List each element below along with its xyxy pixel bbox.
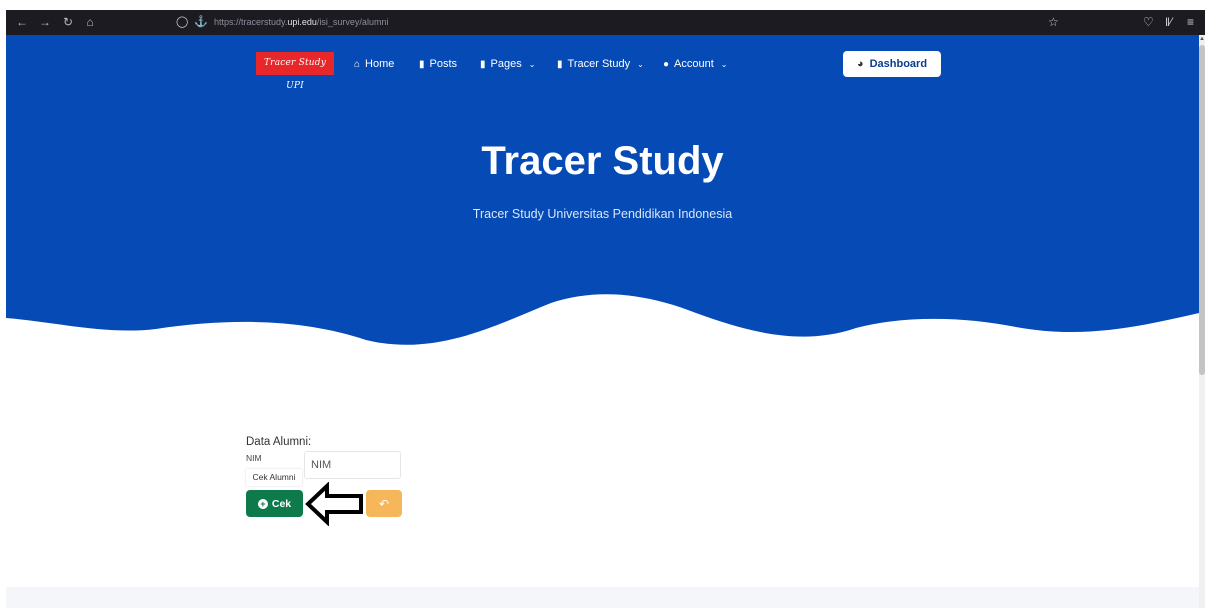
user-icon: ● xyxy=(663,58,670,70)
nav-item-posts[interactable]: ▮ Posts xyxy=(419,57,457,71)
hero-section: Tracer Study UPI ⌂ Home ▮ Posts ▮ Pages … xyxy=(6,35,1199,365)
home-icon[interactable]: ⌂ xyxy=(82,14,98,30)
site-logo[interactable]: Tracer Study UPI xyxy=(256,52,334,91)
plus-circle-icon: + xyxy=(257,498,268,509)
nav-item-label: Posts xyxy=(429,58,458,70)
page: ← → ↻ ⌂ ◯ ⚓ https://tracerstudy.upi.edu/… xyxy=(0,0,1205,608)
file-icon: ▮ xyxy=(419,58,425,70)
url-domain: upi.edu xyxy=(287,17,317,27)
nav-item-account[interactable]: ● Account ⌄ xyxy=(663,57,728,71)
file-icon: ▮ xyxy=(480,58,486,70)
address-bar[interactable]: ◯ ⚓ https://tracerstudy.upi.edu/isi_surv… xyxy=(176,14,388,31)
browser-toolbar: ← → ↻ ⌂ ◯ ⚓ https://tracerstudy.upi.edu/… xyxy=(6,10,1205,35)
nav-item-label: Tracer Study xyxy=(567,58,631,70)
main-navbar: Tracer Study UPI ⌂ Home ▮ Posts ▮ Pages … xyxy=(6,35,1199,93)
scrollbar-thumb[interactable] xyxy=(1199,45,1205,375)
home-icon: ⌂ xyxy=(354,58,361,70)
url-prefix: https://tracerstudy. xyxy=(214,17,288,27)
hero-wave xyxy=(6,294,1199,365)
library-icon[interactable]: ‖⁄ xyxy=(1165,14,1172,30)
lock-icon: ⚓ xyxy=(194,16,209,28)
dashboard-button[interactable]: ◕ Dashboard xyxy=(843,51,941,77)
reload-icon[interactable]: ↻ xyxy=(60,14,76,30)
page-subtitle: Tracer Study Universitas Pendidikan Indo… xyxy=(472,207,733,221)
gauge-icon: ◕ xyxy=(856,58,864,70)
form-section-label: Data Alumni: xyxy=(246,436,312,448)
check-button-label: Cek xyxy=(271,497,292,510)
star-icon[interactable]: ☆ xyxy=(1048,14,1059,30)
scroll-up-icon[interactable]: ▲ xyxy=(1199,35,1205,43)
chevron-down-icon: ⌄ xyxy=(720,59,728,69)
nav-item-label: Account xyxy=(674,58,714,70)
dashboard-label: Dashboard xyxy=(869,58,928,70)
nav-item-home[interactable]: ⌂ Home xyxy=(354,57,394,71)
url-text: https://tracerstudy.upi.edu/isi_survey/a… xyxy=(214,14,388,31)
reply-arrow-icon: ↶ xyxy=(378,496,390,511)
pocket-icon[interactable]: ♡ xyxy=(1143,14,1154,30)
footer-band xyxy=(6,587,1199,608)
nim-label: NIM xyxy=(246,453,262,463)
shield-icon: ◯ xyxy=(176,16,189,28)
url-path: /isi_survey/alumni xyxy=(316,17,389,27)
file-icon: ▮ xyxy=(557,58,563,70)
menu-icon[interactable]: ≡ xyxy=(1187,14,1194,30)
check-button[interactable]: + Cek xyxy=(246,490,303,517)
forward-arrow-icon[interactable]: → xyxy=(37,14,53,30)
back-button[interactable]: ↶ xyxy=(366,490,402,517)
nav-item-label: Pages xyxy=(490,58,522,70)
chevron-down-icon: ⌄ xyxy=(528,59,536,69)
left-arrow-annotation-icon xyxy=(305,482,363,526)
tooltip-cek-alumni: Cek Alumni xyxy=(246,469,302,486)
back-arrow-icon[interactable]: ← xyxy=(14,14,30,30)
page-title: Tracer Study xyxy=(481,139,724,183)
chevron-down-icon: ⌄ xyxy=(637,59,644,69)
nav-item-label: Home xyxy=(365,58,395,70)
nim-input[interactable] xyxy=(304,451,401,479)
nav-item-pages[interactable]: ▮ Pages ⌄ xyxy=(480,57,535,71)
nav-item-tracer-study[interactable]: ▮ Tracer Study ⌄ xyxy=(557,57,644,71)
